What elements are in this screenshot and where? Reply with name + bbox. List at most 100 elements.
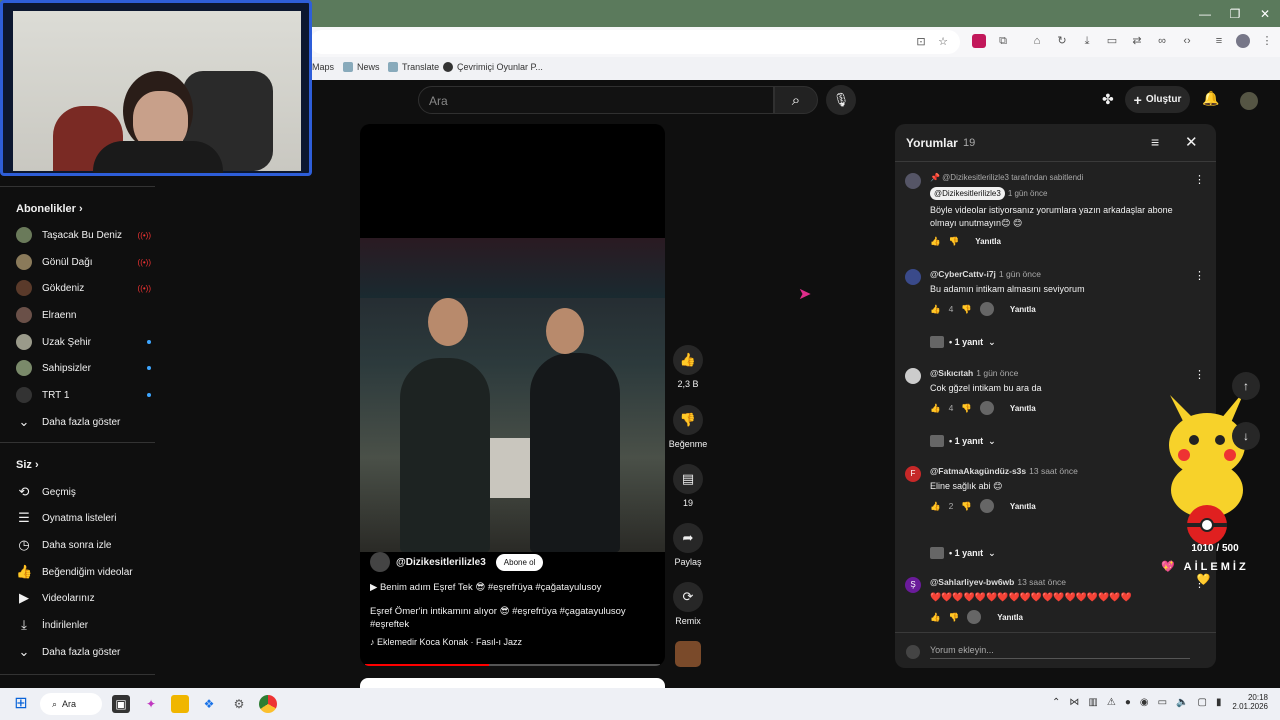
comment-author[interactable]: @Dizikesitlerilizle3 bbox=[930, 187, 1005, 200]
reply-button[interactable]: Yanıtla bbox=[1010, 502, 1036, 511]
sidebar-item-history[interactable]: ⟲ Geçmiş bbox=[16, 482, 151, 502]
reply-button[interactable]: Yanıtla bbox=[975, 237, 1001, 246]
minimize-button[interactable]: — bbox=[1190, 0, 1220, 27]
extensions-icon[interactable]: ⧉ bbox=[996, 34, 1010, 48]
code-icon[interactable]: ‹› bbox=[1180, 34, 1194, 48]
trash-icon[interactable]: ▭ bbox=[1105, 34, 1119, 48]
replies-toggle[interactable]: • 1 yanıt ⌄ bbox=[930, 435, 996, 447]
sidebar-item-sahipsizler[interactable]: Sahipsizler bbox=[16, 358, 151, 378]
search-button[interactable]: ⌕ bbox=[774, 86, 818, 114]
sidebar-item-your-videos[interactable]: ▶ Videolarınız bbox=[16, 588, 151, 608]
tray-circle-icon[interactable]: ● bbox=[1125, 697, 1131, 708]
toolbar-icon[interactable]: ⌂ bbox=[1030, 34, 1044, 48]
sidebar-item-playlists[interactable]: ☰ Oynatma listeleri bbox=[16, 508, 151, 528]
tray-app-icon[interactable]: ⋈ bbox=[1069, 697, 1079, 708]
sidebar-item-gokdeniz[interactable]: Gökdeniz ((•)) bbox=[16, 278, 151, 298]
sidebar-item-liked-videos[interactable]: 👍 Beğendiğim videolar bbox=[16, 562, 151, 582]
reply-button[interactable]: Yanıtla bbox=[1010, 404, 1036, 413]
comment-menu-icon[interactable]: ⋮ bbox=[1194, 269, 1205, 282]
profile-avatar[interactable] bbox=[1236, 34, 1250, 48]
chrome-icon[interactable] bbox=[259, 695, 277, 713]
translate-toolbar-icon[interactable]: ⇄ bbox=[1130, 34, 1144, 48]
reply-button[interactable]: Yanıtla bbox=[997, 613, 1023, 622]
reply-button[interactable]: Yanıtla bbox=[1010, 305, 1036, 314]
tray-warning-icon[interactable]: ⚠ bbox=[1107, 697, 1116, 708]
link-icon[interactable]: ∞ bbox=[1155, 34, 1169, 48]
menu-list-icon[interactable]: ≡ bbox=[1212, 34, 1226, 48]
scroll-up-button[interactable]: ↑ bbox=[1232, 372, 1260, 400]
bookmark-translate[interactable]: Translate bbox=[388, 62, 439, 72]
comment-avatar[interactable]: Ş bbox=[905, 577, 921, 593]
tray-audio-app-icon[interactable]: ▥ bbox=[1088, 697, 1097, 708]
sidebar-item-trt1[interactable]: TRT 1 bbox=[16, 385, 151, 405]
notifications-bell-icon[interactable]: 🔔 bbox=[1202, 90, 1219, 107]
close-window-button[interactable]: ✕ bbox=[1250, 0, 1280, 27]
sound-thumbnail[interactable] bbox=[668, 641, 708, 667]
taskbar-search[interactable]: ⌕ Ara bbox=[40, 693, 102, 715]
speaker-icon[interactable]: 🔈 bbox=[1176, 697, 1188, 708]
thumb-up-icon[interactable]: 👍 bbox=[930, 236, 941, 247]
app-icon[interactable]: ❖ bbox=[200, 695, 218, 713]
sidebar-item-gonul-dagi[interactable]: Gönül Dağı ((•)) bbox=[16, 252, 151, 272]
scroll-down-button[interactable]: ↓ bbox=[1232, 422, 1260, 450]
thumb-down-icon[interactable]: 👎 bbox=[961, 403, 972, 414]
chevron-up-icon[interactable]: ⌃ bbox=[1052, 697, 1060, 708]
you-heading[interactable]: Siz › bbox=[16, 459, 39, 471]
comment-author[interactable]: @CyberCattv-i7j bbox=[930, 269, 996, 279]
comment-avatar[interactable] bbox=[905, 269, 921, 285]
replies-toggle[interactable]: • 1 yanıt ⌄ bbox=[930, 547, 996, 559]
windows-start-icon[interactable]: ⊞ bbox=[12, 695, 30, 713]
extension-icon[interactable] bbox=[972, 34, 986, 48]
thumb-up-icon[interactable]: 👍 bbox=[930, 612, 941, 623]
bookmark-maps[interactable]: Maps bbox=[312, 62, 334, 72]
subscribe-button[interactable]: Abone ol bbox=[495, 553, 544, 571]
history-toolbar-icon[interactable]: ↻ bbox=[1055, 34, 1069, 48]
thumb-down-icon[interactable]: 👎 bbox=[961, 304, 972, 315]
remix-action[interactable]: ⟳ Remix bbox=[668, 582, 708, 626]
video-progress-bar[interactable] bbox=[365, 664, 660, 666]
settings-icon[interactable]: ⚙ bbox=[230, 695, 248, 713]
comments-action[interactable]: ▤ 19 bbox=[668, 464, 708, 508]
thumb-down-icon[interactable]: 👎 bbox=[949, 612, 960, 623]
comment-menu-icon[interactable]: ⋮ bbox=[1194, 173, 1205, 186]
show-more-subscriptions[interactable]: ⌄ Daha fazla göster bbox=[16, 412, 151, 432]
next-video-peek[interactable] bbox=[360, 678, 665, 688]
kebab-menu-icon[interactable]: ⋮ bbox=[1260, 34, 1274, 48]
tray-display-icon[interactable]: ▭ bbox=[1158, 697, 1167, 708]
thumb-up-icon[interactable]: 👍 bbox=[930, 304, 941, 315]
channel-name[interactable]: @Dizikesitlerilizle3 bbox=[396, 557, 486, 568]
copilot-icon[interactable]: ✦ bbox=[142, 695, 160, 713]
sidebar-item-downloads[interactable]: ⤓ İndirilenler bbox=[16, 615, 151, 635]
music-info[interactable]: ♪ Eklemedir Koca Konak · Fasıl-ı Jazz bbox=[370, 637, 660, 647]
share-action[interactable]: ➦ Paylaş bbox=[668, 523, 708, 567]
account-avatar[interactable] bbox=[1240, 92, 1258, 110]
cast-icon[interactable]: ✤ bbox=[1102, 91, 1114, 108]
sort-icon[interactable]: ≡ bbox=[1151, 134, 1159, 150]
channel-avatar[interactable] bbox=[370, 552, 390, 572]
sidebar-item-elraenn[interactable]: Elraenn bbox=[16, 305, 151, 325]
comment-author[interactable]: @FatmaAkagündüz-s3s bbox=[930, 466, 1026, 476]
show-more-you[interactable]: ⌄ Daha fazla göster bbox=[16, 642, 151, 662]
thumb-up-icon[interactable]: 👍 bbox=[930, 403, 941, 414]
install-icon[interactable]: ⊡ bbox=[914, 35, 928, 49]
search-input[interactable]: Ara bbox=[418, 86, 774, 114]
voice-search-button[interactable]: 🎙 bbox=[826, 85, 856, 115]
restore-button[interactable]: ❐ bbox=[1220, 0, 1250, 27]
comment-avatar[interactable] bbox=[905, 173, 921, 189]
download-toolbar-icon[interactable]: ⤓ bbox=[1080, 34, 1094, 48]
dislike-action[interactable]: 👎 Beğenme bbox=[668, 405, 708, 449]
tray-record-icon[interactable]: ◉ bbox=[1140, 697, 1149, 708]
bookmark-news[interactable]: News bbox=[343, 62, 380, 72]
bookmark-games[interactable]: Çevrimiçi Oyunlar P... bbox=[443, 62, 543, 72]
sidebar-item-uzak-sehir[interactable]: Uzak Şehir bbox=[16, 332, 151, 352]
thumb-down-icon[interactable]: 👎 bbox=[949, 236, 960, 247]
thumb-up-icon[interactable]: 👍 bbox=[930, 501, 941, 512]
create-button[interactable]: + Oluştur bbox=[1125, 86, 1190, 113]
shorts-video-player[interactable]: @Dizikesitlerilizle3 Abone ol ▶ Benim ad… bbox=[360, 124, 665, 666]
subscriptions-heading[interactable]: Abonelikler › bbox=[16, 203, 83, 215]
battery-icon[interactable]: ▮ bbox=[1216, 697, 1222, 708]
replies-toggle[interactable]: • 1 yanıt ⌄ bbox=[930, 336, 996, 348]
network-icon[interactable]: ▢ bbox=[1198, 697, 1207, 708]
comment-input[interactable]: Yorum ekleyin... bbox=[930, 645, 1190, 659]
clock[interactable]: 20:18 2.01.2026 bbox=[1228, 693, 1268, 711]
